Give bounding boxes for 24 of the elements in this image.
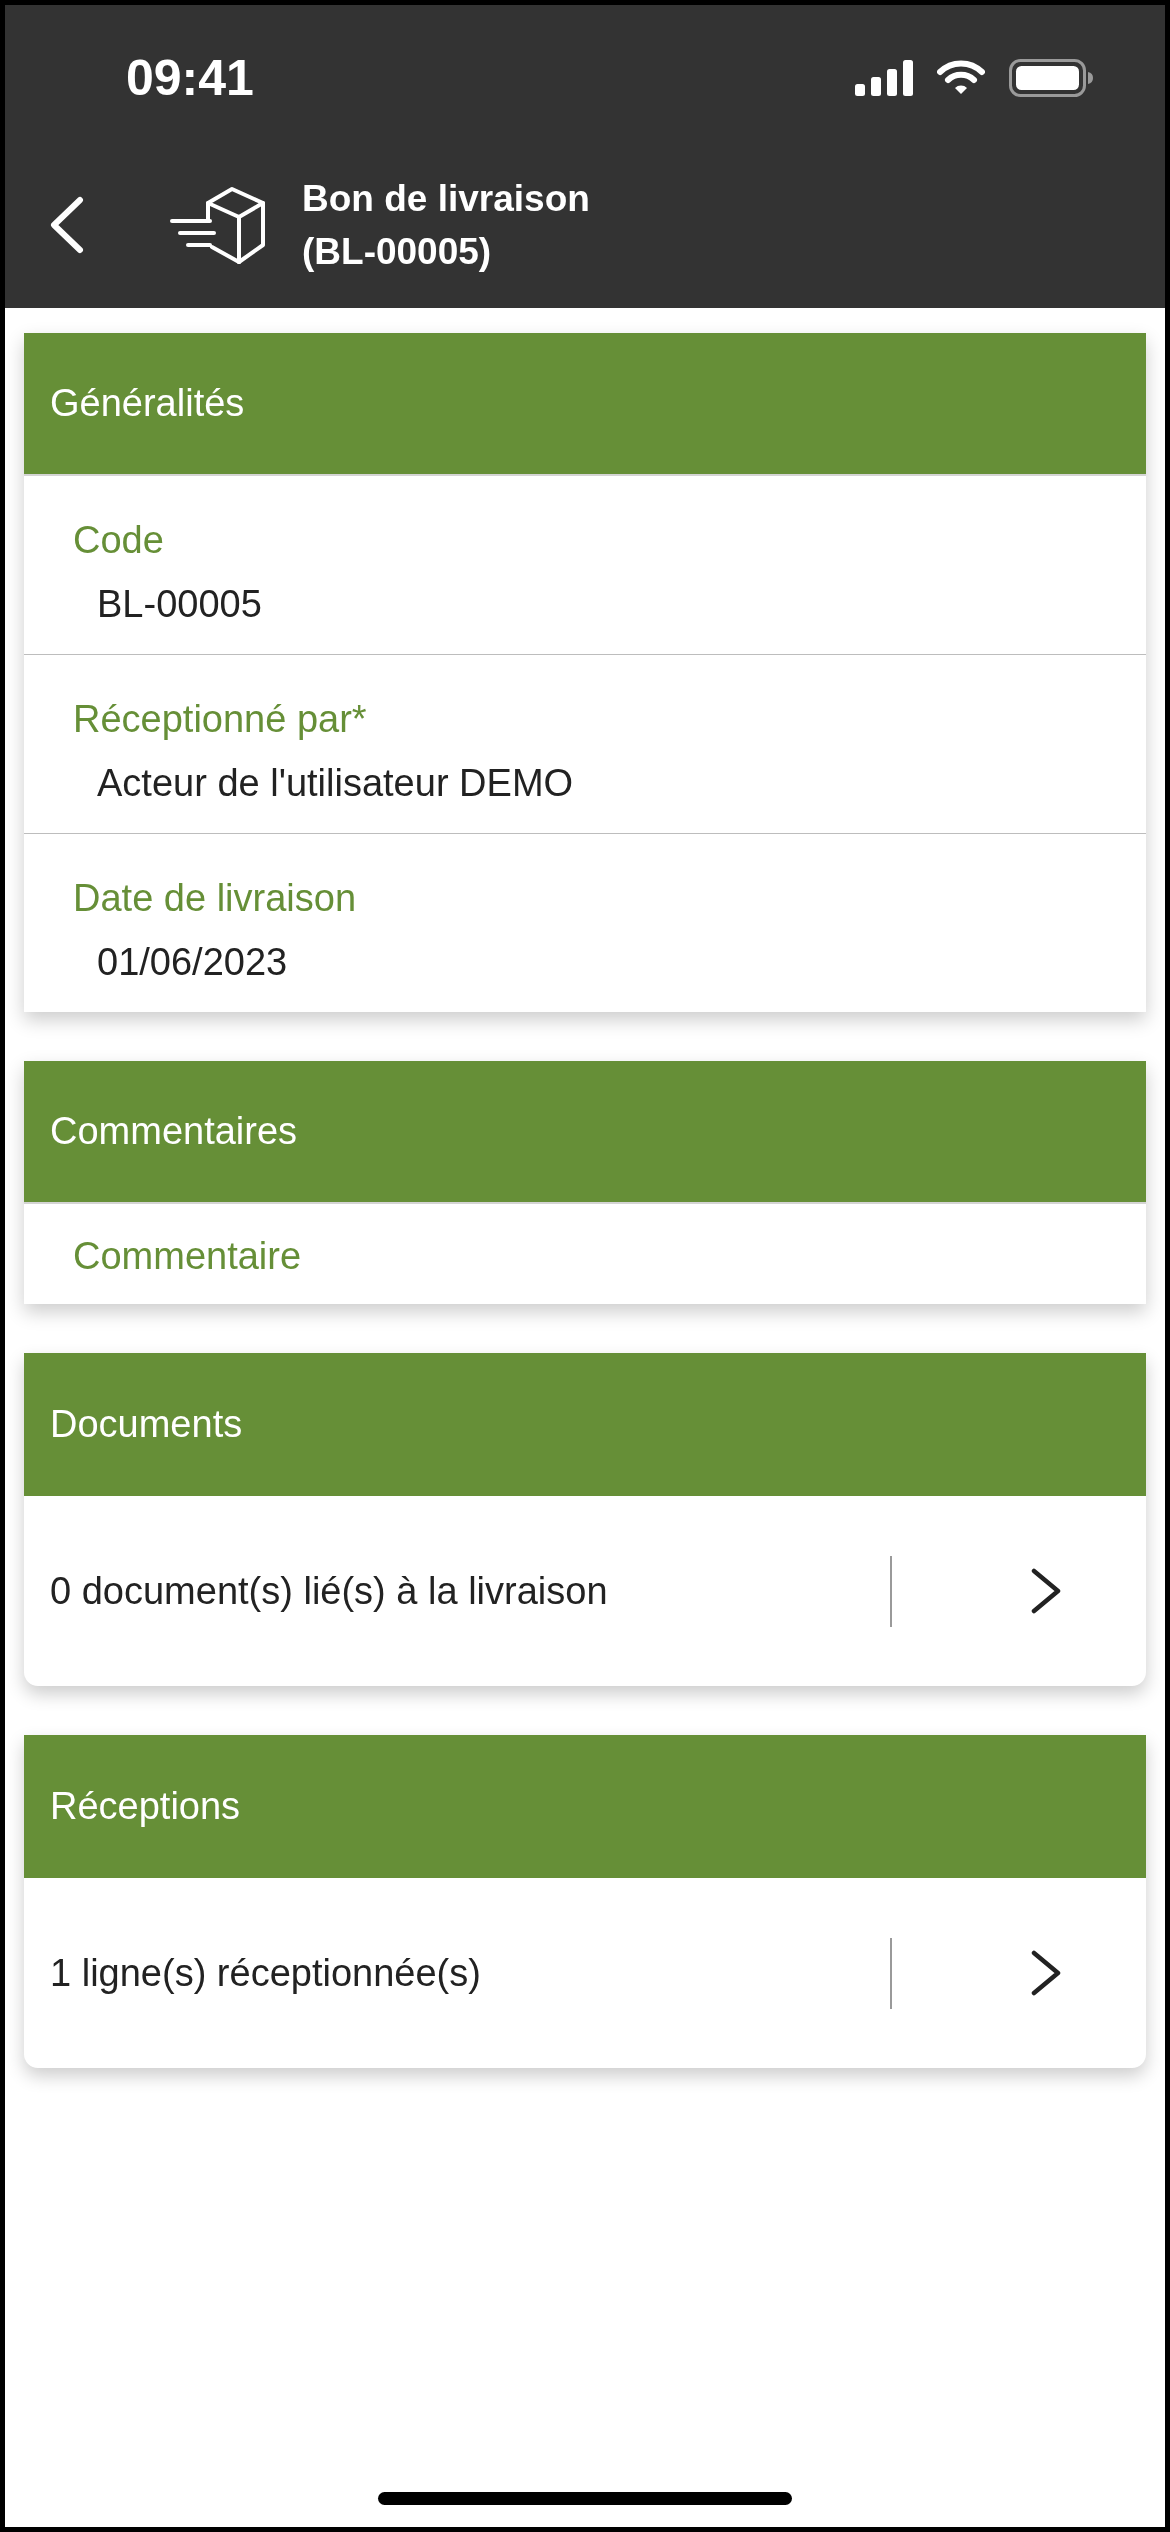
field-label: Commentaire bbox=[73, 1234, 302, 1278]
field-label: Code bbox=[73, 518, 164, 562]
field-label: Réceptionné par* bbox=[73, 697, 367, 741]
screen-title: Bon de livraison bbox=[302, 177, 590, 221]
section-header: Commentaires bbox=[24, 1061, 1146, 1204]
field-value: BL-00005 bbox=[97, 582, 262, 626]
summary-text: 1 ligne(s) réceptionnée(s) bbox=[50, 1951, 481, 1995]
section-header: Généralités bbox=[24, 333, 1146, 476]
field-value: Acteur de l'utilisateur DEMO bbox=[97, 761, 574, 805]
chevron-right-icon bbox=[1030, 1568, 1062, 1614]
field-value: 01/06/2023 bbox=[97, 940, 288, 984]
delivery-box-icon bbox=[170, 184, 266, 266]
screen-subtitle: (BL-00005) bbox=[302, 230, 493, 274]
back-button[interactable] bbox=[48, 196, 84, 254]
section-header: Documents bbox=[24, 1353, 1146, 1496]
field-label: Date de livraison bbox=[73, 876, 357, 920]
battery-icon bbox=[1009, 58, 1093, 97]
summary-text: 0 document(s) lié(s) à la livraison bbox=[50, 1569, 608, 1613]
signal-icon bbox=[855, 59, 913, 96]
chevron-right-icon bbox=[1030, 1950, 1062, 1996]
back-icon bbox=[48, 196, 84, 254]
wifi-icon bbox=[937, 59, 985, 96]
status-time: 09:41 bbox=[126, 48, 254, 108]
section-header: Réceptions bbox=[24, 1735, 1146, 1878]
